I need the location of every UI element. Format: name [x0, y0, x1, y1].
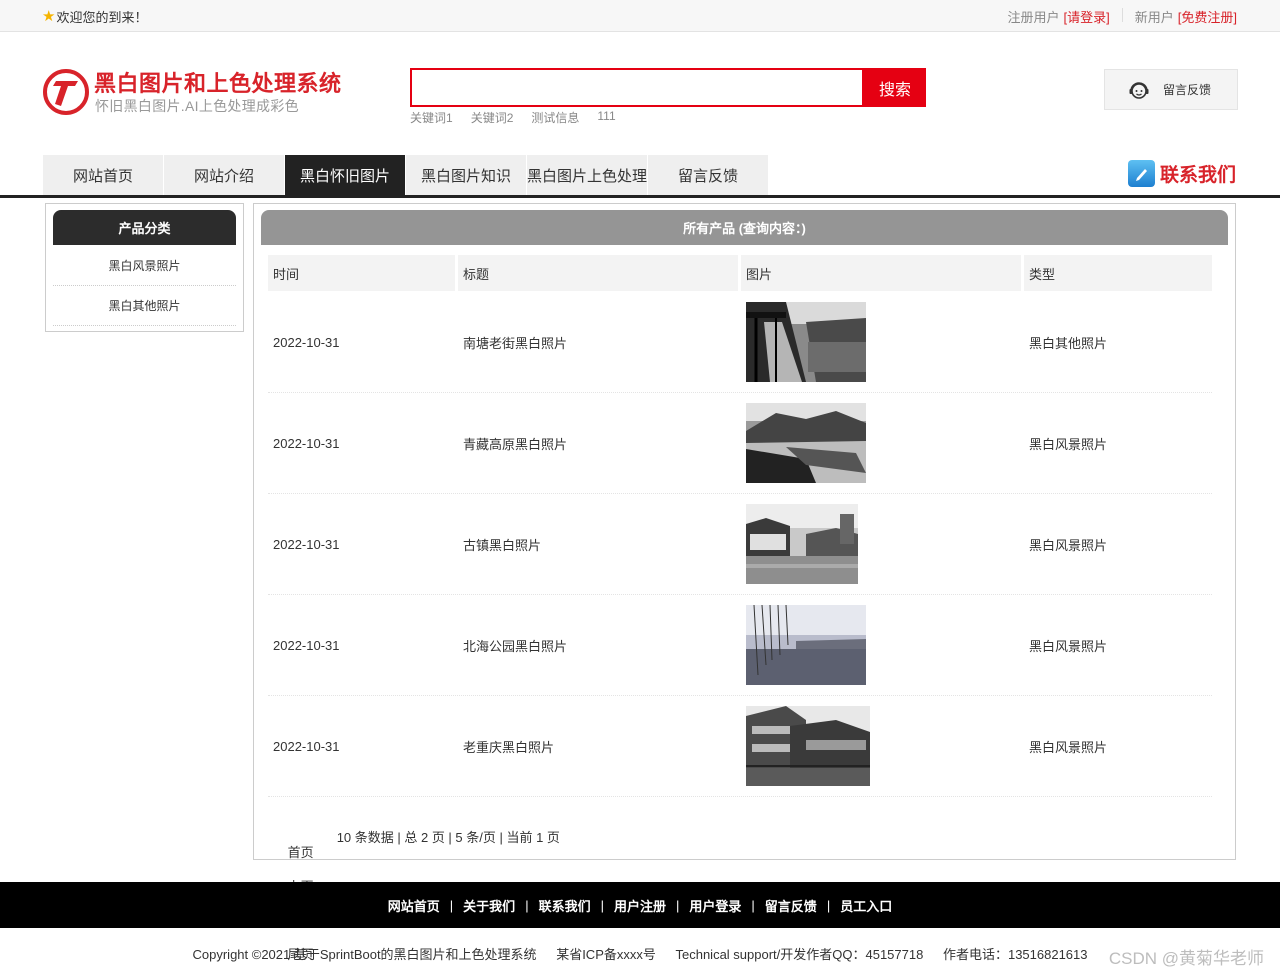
table-header: 时间 标题 图片 类型 — [268, 255, 1212, 291]
row-title-link[interactable]: 北海公园黑白照片 — [458, 636, 741, 655]
search-input[interactable] — [410, 68, 864, 107]
welcome-text: 欢迎您的到来！ — [56, 10, 148, 25]
row-time: 2022-10-31 — [273, 536, 340, 552]
table-row: 2022-10-31 青藏高原黑白照片 黑白风景照片 — [268, 393, 1212, 494]
divider: | — [449, 897, 454, 913]
customer-service-icon — [1129, 81, 1149, 99]
hot-keywords: 关键词1 关键词2 测试信息 111 — [410, 109, 616, 126]
icp-text: 某省ICP备xxxx号 — [556, 947, 656, 962]
login-link[interactable]: [请登录] — [1064, 7, 1110, 26]
row-title-link[interactable]: 南塘老街黑白照片 — [458, 333, 741, 352]
row-title-link[interactable]: 古镇黑白照片 — [458, 535, 741, 554]
welcome-message: ★ 欢迎您的到来！ — [42, 7, 147, 26]
first-page-link[interactable]: 首页 — [288, 845, 314, 860]
copyright-bar: Copyright ©2021 基于SprintBoot的黑白图片和上色处理系统… — [0, 944, 1280, 963]
product-panel: 所有产品 (查询内容：) 时间 标题 图片 类型 2022-10-31 南塘老街… — [253, 203, 1236, 962]
row-time: 2022-10-31 — [273, 738, 340, 754]
copyright-text: Copyright ©2021 基于SprintBoot的黑白图片和上色处理系统 — [192, 947, 537, 962]
contact-us-link[interactable]: 联系我们 — [1128, 160, 1236, 187]
column-header-image: 图片 — [741, 255, 1021, 291]
divider — [1121, 8, 1123, 22]
register-link[interactable]: [免费注册] — [1178, 7, 1237, 26]
photo-thumbnail[interactable] — [746, 605, 866, 685]
nav-item-feedback[interactable]: 留言反馈 — [648, 155, 769, 195]
category-item[interactable]: 黑白其他照片 — [53, 286, 236, 326]
row-type: 黑白其他照片 — [1029, 335, 1108, 351]
nav-divider — [0, 195, 1280, 198]
divider: | — [525, 897, 529, 913]
divider: | — [751, 897, 755, 913]
footer-link-login[interactable]: 用户登录 — [689, 896, 741, 915]
row-title-link[interactable]: 老重庆黑白照片 — [458, 737, 741, 756]
nav-item-bw-photos[interactable]: 黑白怀旧图片 — [285, 155, 406, 195]
table-row: 2022-10-31 老重庆黑白照片 黑白风景照片 — [268, 696, 1212, 797]
table-row: 2022-10-31 古镇黑白照片 黑白风景照片 — [268, 494, 1212, 595]
column-header-type: 类型 — [1024, 255, 1212, 291]
footer-link-about[interactable]: 关于我们 — [463, 896, 515, 915]
new-user-label: 新用户 — [1134, 10, 1174, 25]
row-time: 2022-10-31 — [273, 435, 340, 451]
photo-thumbnail[interactable] — [746, 706, 870, 786]
star-icon: ★ — [42, 8, 56, 25]
row-type: 黑白风景照片 — [1029, 436, 1108, 452]
feedback-button[interactable]: 留言反馈 — [1104, 69, 1238, 110]
divider: | — [826, 897, 831, 913]
nav-item-about[interactable]: 网站介绍 — [164, 155, 285, 195]
keyword-link[interactable]: 关键词1 — [410, 109, 453, 126]
divider: | — [600, 897, 604, 913]
nav-item-bw-knowledge[interactable]: 黑白图片知识 — [406, 155, 527, 195]
top-bar: ★ 欢迎您的到来！ 注册用户 [请登录] 新用户 [免费注册] — [0, 0, 1280, 32]
nav-item-colorize[interactable]: 黑白图片上色处理 — [527, 155, 648, 195]
footer-link-home[interactable]: 网站首页 — [388, 896, 440, 915]
row-type: 黑白风景照片 — [1029, 638, 1108, 654]
row-time: 2022-10-31 — [273, 637, 340, 653]
site-logo[interactable]: 黑白图片和上色处理系统 怀旧黑白图片.AI上色处理成彩色 — [42, 66, 342, 118]
feedback-label: 留言反馈 — [1163, 83, 1212, 97]
row-title-link[interactable]: 青藏高原黑白照片 — [458, 434, 741, 453]
phone-text: 作者电话：13516821613 — [942, 947, 1088, 962]
row-time: 2022-10-31 — [273, 334, 340, 350]
column-header-title: 标题 — [458, 255, 738, 291]
category-item[interactable]: 黑白风景照片 — [53, 246, 236, 286]
keyword-link[interactable]: 关键词2 — [471, 109, 514, 126]
photo-thumbnail[interactable] — [746, 302, 866, 382]
footer-link-feedback[interactable]: 留言反馈 — [765, 896, 817, 915]
watermark: CSDN @黄菊华老师 — [1108, 949, 1264, 968]
photo-thumbnail[interactable] — [746, 504, 858, 584]
footer-link-register[interactable]: 用户注册 — [614, 896, 666, 915]
site-subtitle: 怀旧黑白图片.AI上色处理成彩色 — [95, 98, 299, 114]
category-sidebar: 产品分类 黑白风景照片 黑白其他照片 — [45, 203, 244, 332]
table-row: 2022-10-31 南塘老街黑白照片 黑白其他照片 — [268, 292, 1212, 393]
account-links: 注册用户 [请登录] 新用户 [免费注册] — [1007, 7, 1237, 26]
logo-icon — [43, 69, 89, 115]
phone-icon — [1128, 160, 1155, 187]
support-text: Technical support/开发作者QQ：45157718 — [675, 947, 924, 962]
keyword-link[interactable]: 111 — [597, 109, 615, 126]
footer-link-staff[interactable]: 员工入口 — [840, 896, 892, 915]
divider: | — [676, 897, 680, 913]
column-header-time: 时间 — [268, 255, 455, 291]
footer-nav: 网站首页 | 关于我们 | 联系我们 | 用户注册 | 用户登录 | 留言反馈 … — [0, 882, 1280, 928]
contact-us-label: 联系我们 — [1160, 165, 1237, 186]
keyword-link[interactable]: 测试信息 — [531, 109, 579, 126]
registered-user-label: 注册用户 — [1007, 10, 1060, 25]
main-nav: 网站首页 网站介绍 黑白怀旧图片 黑白图片知识 黑白图片上色处理 留言反馈 — [43, 155, 769, 195]
site-title: 黑白图片和上色处理系统 — [94, 71, 342, 96]
search-bar: 搜索 — [410, 68, 926, 107]
search-button[interactable]: 搜索 — [864, 68, 926, 107]
panel-title: 所有产品 (查询内容：) — [261, 210, 1228, 245]
photo-thumbnail[interactable] — [746, 403, 866, 483]
table-row: 2022-10-31 北海公园黑白照片 黑白风景照片 — [268, 595, 1212, 696]
sidebar-title: 产品分类 — [53, 210, 236, 245]
nav-item-home[interactable]: 网站首页 — [43, 155, 164, 195]
row-type: 黑白风景照片 — [1029, 537, 1108, 553]
footer-link-contact[interactable]: 联系我们 — [539, 896, 591, 915]
row-type: 黑白风景照片 — [1029, 739, 1108, 755]
